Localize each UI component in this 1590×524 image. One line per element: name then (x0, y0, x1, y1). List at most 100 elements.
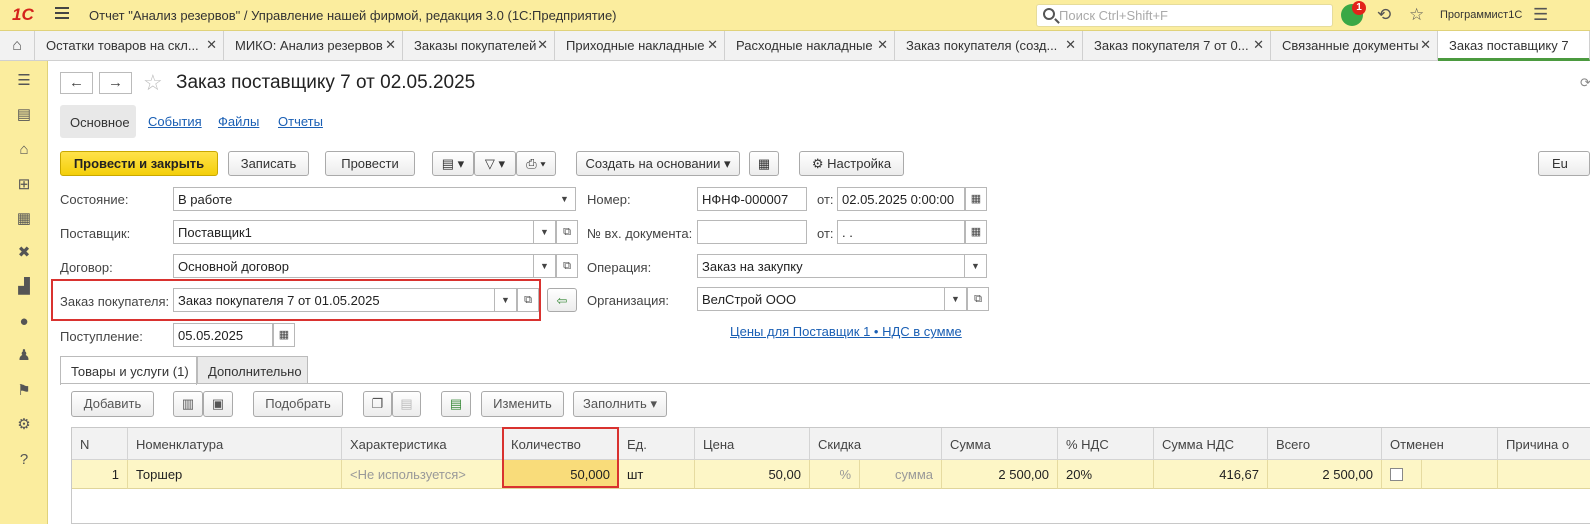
open-icon[interactable]: ⧉ (556, 220, 578, 244)
table-cell-total[interactable]: 2 500,00 (1268, 460, 1382, 489)
tab-related-documents[interactable]: Связанные документы ✕ (1271, 31, 1438, 60)
tab-outgoing-invoices[interactable]: Расходные накладные ✕ (725, 31, 895, 60)
copy-icon[interactable]: ❐ (363, 391, 392, 417)
shop-icon[interactable]: ⌂ (14, 140, 34, 160)
finance-icon[interactable]: ● (14, 312, 34, 332)
gear-icon[interactable]: ⚙ (14, 415, 34, 435)
col-header-discount[interactable]: Скидка (810, 428, 942, 460)
tab-goods-services[interactable]: Товары и услуги (1) (60, 356, 197, 385)
cancelled-checkbox[interactable] (1390, 468, 1403, 481)
barcode-icon[interactable]: ▥ (173, 391, 203, 417)
tab-customer-order-7[interactable]: Заказ покупателя 7 от 0... ✕ (1083, 31, 1271, 60)
print-forms-icon[interactable]: ▤ ▾ (432, 151, 474, 176)
open-icon[interactable]: ⧉ (556, 254, 578, 278)
incoming-number-field[interactable] (697, 220, 807, 244)
organization-field[interactable]: ВелСтрой ООО (697, 287, 945, 311)
add-row-button[interactable]: Добавить (71, 391, 154, 417)
close-icon[interactable]: ✕ (537, 37, 548, 53)
back-arrow-icon[interactable]: ← (60, 72, 93, 94)
calendar-icon[interactable]: ▦ (965, 220, 987, 244)
favorites-star-icon[interactable]: ☆ (1409, 5, 1424, 25)
tab-customer-order-new[interactable]: Заказ покупателя (созд... ✕ (895, 31, 1083, 60)
warehouse-icon[interactable]: ▦ (14, 209, 34, 229)
post-button[interactable]: Провести (325, 151, 415, 176)
cart-icon[interactable]: ⊞ (14, 175, 34, 195)
chevron-down-icon[interactable]: ▼ (554, 187, 576, 211)
tab-additional[interactable]: Дополнительно (197, 356, 308, 384)
forward-arrow-icon[interactable]: → (99, 72, 132, 94)
tab-stock-balances[interactable]: Остатки товаров на скл... ✕ (35, 31, 224, 60)
table-cell-characteristic[interactable]: <Не используется> (342, 460, 503, 489)
chevron-down-icon[interactable]: ▼ (534, 220, 556, 244)
tab-customer-orders[interactable]: Заказы покупателей ✕ (403, 31, 555, 60)
table-cell-n[interactable]: 1 (72, 460, 128, 489)
contacts-icon[interactable]: ▤ (14, 105, 34, 125)
col-header-reason[interactable]: Причина о (1498, 428, 1590, 460)
col-header-vat-sum[interactable]: Сумма НДС (1154, 428, 1268, 460)
settings-button[interactable]: ⚙ Настройка (799, 151, 904, 176)
tab-incoming-invoices[interactable]: Приходные накладные ✕ (555, 31, 725, 60)
close-icon[interactable]: ✕ (1253, 37, 1264, 53)
favorite-star-icon[interactable]: ☆ (143, 70, 163, 96)
table-cell-price[interactable]: 50,00 (695, 460, 810, 489)
create-based-on-button[interactable]: Создать на основании ▾ (576, 151, 740, 176)
pick-items-button[interactable]: Подобрать (253, 391, 343, 417)
customer-order-field[interactable]: Заказ покупателя 7 от 01.05.2025 (173, 288, 495, 312)
chevron-down-icon[interactable]: ▼ (495, 288, 517, 312)
close-icon[interactable]: ✕ (707, 37, 718, 53)
table-cell-discount-percent[interactable]: % (810, 460, 860, 489)
home-icon[interactable]: ⌂ (0, 31, 35, 60)
history-icon[interactable]: ⟲ (1377, 5, 1391, 25)
close-icon[interactable]: ✕ (385, 37, 396, 53)
col-header-cancelled[interactable]: Отменен (1382, 428, 1498, 460)
post-and-close-button[interactable]: Провести и закрыть (60, 151, 218, 176)
date-field[interactable]: 02.05.2025 0:00:00 (837, 187, 965, 211)
col-header-characteristic[interactable]: Характеристика (342, 428, 503, 460)
table-cell-cancelled[interactable] (1382, 460, 1422, 489)
contract-field[interactable]: Основной договор (173, 254, 534, 278)
open-icon[interactable]: ⧉ (967, 287, 989, 311)
paste-icon[interactable]: ▤ (392, 391, 421, 417)
arrival-date-field[interactable]: 05.05.2025 (173, 323, 273, 347)
printer-icon[interactable]: ⎙ ▾ (516, 151, 556, 176)
col-header-item[interactable]: Номенклатура (128, 428, 342, 460)
supplier-field[interactable]: Поставщик1 (173, 220, 534, 244)
state-field[interactable]: В работе (173, 187, 555, 211)
table-cell-vat-rate[interactable]: 20% (1058, 460, 1154, 489)
close-icon[interactable]: ✕ (877, 37, 888, 53)
save-button[interactable]: Записать (228, 151, 309, 176)
col-header-sum[interactable]: Сумма (942, 428, 1058, 460)
tab-supplier-order-7[interactable]: Заказ поставщику 7 (1438, 31, 1590, 61)
global-search[interactable] (1036, 4, 1333, 27)
calendar-icon[interactable]: ▦ (273, 323, 295, 347)
close-icon[interactable]: ✕ (1420, 37, 1431, 53)
close-icon[interactable]: ✕ (1065, 37, 1076, 53)
chevron-down-icon[interactable]: ▼ (965, 254, 987, 278)
chevron-down-icon[interactable]: ▼ (945, 287, 967, 311)
flag-icon[interactable]: ⚑ (14, 381, 34, 401)
tools-icon[interactable]: ✖ (14, 243, 34, 263)
col-header-total[interactable]: Всего (1268, 428, 1382, 460)
incoming-date-field[interactable]: . . (837, 220, 965, 244)
structure-icon[interactable]: ▦ (749, 151, 779, 176)
tab-events[interactable]: События (148, 114, 202, 129)
help-icon[interactable]: ? (14, 450, 34, 470)
col-header-n[interactable]: N (72, 428, 128, 460)
current-user[interactable]: Программист1С (1440, 9, 1522, 21)
table-cell-discount-sum[interactable]: сумма (860, 460, 942, 489)
prices-vat-link[interactable]: Цены для Поставщик 1 • НДС в сумме (730, 324, 962, 339)
col-header-unit[interactable]: Ед. (619, 428, 695, 460)
table-edit-icon[interactable]: ▤ (441, 391, 471, 417)
table-cell-sum[interactable]: 2 500,00 (942, 460, 1058, 489)
open-icon[interactable]: ⧉ (517, 288, 539, 312)
calendar-icon[interactable]: ▦ (965, 187, 987, 211)
table-cell-vat-sum[interactable]: 416,67 (1154, 460, 1268, 489)
tab-files[interactable]: Файлы (218, 114, 259, 129)
tab-reserve-analysis[interactable]: МИКО: Анализ резервов ✕ (224, 31, 403, 60)
main-menu-icon[interactable] (55, 7, 69, 21)
menu-icon[interactable]: ☰ (14, 71, 34, 91)
settings-menu-icon[interactable]: ☰ (1533, 5, 1548, 25)
close-icon[interactable]: ✕ (206, 37, 217, 53)
fill-button[interactable]: Заполнить ▾ (573, 391, 667, 417)
more-icon[interactable]: ⟳ (1580, 75, 1590, 91)
